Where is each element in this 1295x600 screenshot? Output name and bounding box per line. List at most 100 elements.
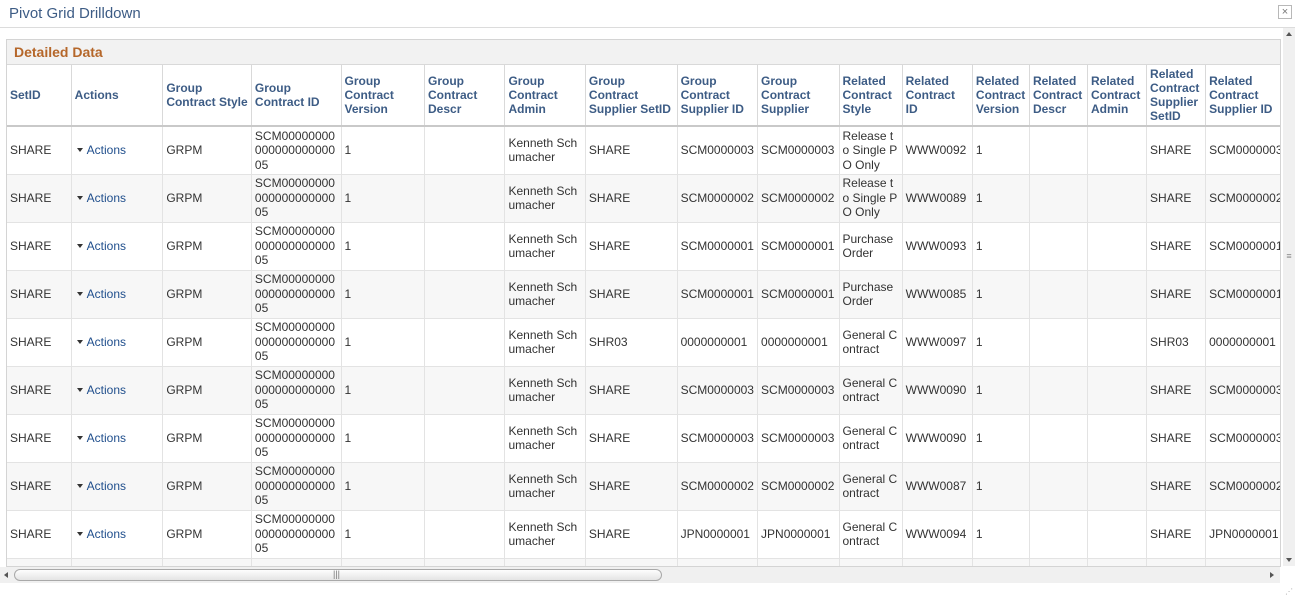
dropdown-arrow-icon bbox=[76, 195, 83, 200]
table-cell: SCM0000003 bbox=[1205, 414, 1280, 463]
resize-grip-icon[interactable]: ⋰ bbox=[1283, 588, 1293, 598]
column-header[interactable]: Group Contract Version bbox=[341, 65, 426, 127]
table-cell bbox=[504, 558, 586, 566]
table-cell: Kenneth Schumacher bbox=[504, 222, 586, 271]
column-header[interactable]: SetID bbox=[7, 65, 72, 127]
scroll-down-icon[interactable] bbox=[1286, 558, 1292, 562]
table-row: SCM00000000 bbox=[7, 558, 1280, 566]
scroll-up-icon[interactable] bbox=[1286, 32, 1292, 36]
table-cell: WWW0087 bbox=[902, 462, 973, 511]
table-cell: SCM0000000000000000000005 bbox=[251, 366, 342, 415]
table-cell: GRPM bbox=[162, 174, 252, 223]
table-cell: WWW0085 bbox=[902, 270, 973, 319]
actions-label: Actions bbox=[86, 430, 127, 445]
column-header[interactable]: Related Contract Supplier ID bbox=[1205, 65, 1280, 127]
table-cell: SCM0000000000000000000005 bbox=[251, 318, 342, 367]
table-cell: 1 bbox=[341, 510, 426, 559]
table-cell bbox=[1029, 270, 1088, 319]
table-cell: WWW0089 bbox=[902, 174, 973, 223]
column-header[interactable]: Related Contract Supplier SetID bbox=[1146, 65, 1207, 127]
column-header[interactable]: Related Contract Style bbox=[839, 65, 903, 127]
vertical-scrollbar[interactable]: ≡ bbox=[1283, 28, 1295, 566]
table-cell bbox=[424, 270, 506, 319]
actions-menu-link[interactable]: Actions bbox=[75, 527, 126, 541]
table-cell bbox=[424, 510, 506, 559]
table-row: SHARE Actions GRPM SCM000000000000000000000… bbox=[7, 510, 1280, 559]
horizontal-scroll-thumb[interactable]: ||| bbox=[14, 569, 662, 581]
table-row: SHARE Actions GRPM SCM000000000000000000000… bbox=[7, 366, 1280, 415]
table-cell: SCM0000003 bbox=[1205, 126, 1280, 175]
actions-label: Actions bbox=[86, 382, 127, 397]
column-header[interactable]: Actions bbox=[71, 65, 164, 127]
table-cell bbox=[424, 462, 506, 511]
table-cell bbox=[424, 558, 506, 566]
table-cell bbox=[7, 558, 72, 566]
table-cell: SHARE bbox=[585, 222, 678, 271]
column-header[interactable]: Related Contract Admin bbox=[1087, 65, 1148, 127]
close-icon[interactable]: × bbox=[1278, 5, 1292, 19]
actions-label: Actions bbox=[86, 143, 127, 157]
table-cell: SCM0000002 bbox=[757, 174, 840, 223]
horizontal-scrollbar[interactable]: ||| bbox=[0, 567, 1280, 583]
actions-label: Actions bbox=[86, 334, 127, 349]
column-header[interactable]: Group Contract Admin bbox=[504, 65, 586, 127]
table-cell: 1 bbox=[341, 222, 426, 271]
dropdown-arrow-icon bbox=[76, 147, 83, 152]
table-cell bbox=[1087, 174, 1148, 223]
scroll-left-icon[interactable] bbox=[4, 572, 8, 578]
scroll-grip-icon: ≡ bbox=[1286, 251, 1292, 261]
table-cell: Actions bbox=[71, 126, 164, 175]
table-cell bbox=[839, 558, 903, 566]
table-cell: 1 bbox=[341, 270, 426, 319]
table-cell: SCM0000001 bbox=[757, 270, 840, 319]
table-cell: GRPM bbox=[162, 222, 252, 271]
column-header[interactable]: Group Contract Supplier ID bbox=[677, 65, 759, 127]
table-cell bbox=[1029, 222, 1088, 271]
column-header[interactable]: Related Contract Version bbox=[972, 65, 1030, 127]
table-cell: JPN0000001 bbox=[757, 510, 840, 559]
actions-menu-link[interactable]: Actions bbox=[75, 143, 126, 157]
dropdown-arrow-icon bbox=[76, 291, 83, 296]
table-cell bbox=[677, 558, 759, 566]
table-cell: SCM00000000 bbox=[251, 558, 342, 566]
actions-label: Actions bbox=[86, 478, 127, 493]
actions-menu-link[interactable]: Actions bbox=[75, 431, 126, 445]
actions-menu-link[interactable]: Actions bbox=[75, 335, 126, 349]
table-cell: SHARE bbox=[1146, 174, 1207, 223]
table-cell bbox=[585, 558, 678, 566]
table-cell: SCM0000003 bbox=[757, 126, 840, 175]
table-cell: 1 bbox=[972, 318, 1030, 367]
actions-menu-link[interactable]: Actions bbox=[75, 191, 126, 205]
table-cell bbox=[1087, 414, 1148, 463]
table-row: SHARE Actions GRPM SCM000000000000000000000… bbox=[7, 222, 1280, 271]
column-header[interactable]: Group Contract ID bbox=[251, 65, 342, 127]
actions-menu-link[interactable]: Actions bbox=[75, 239, 126, 253]
table-cell: SCM0000003 bbox=[677, 414, 759, 463]
table-cell: SCM0000001 bbox=[1205, 222, 1280, 271]
table-cell: WWW0092 bbox=[902, 126, 973, 175]
table-cell: Actions bbox=[71, 318, 164, 367]
table-cell: Purchase Order bbox=[839, 270, 903, 319]
column-header[interactable]: Group Contract Supplier SetID bbox=[585, 65, 678, 127]
table-cell: Actions bbox=[71, 510, 164, 559]
table-cell: Kenneth Schumacher bbox=[504, 318, 586, 367]
column-header[interactable]: Related Contract Descr bbox=[1029, 65, 1088, 127]
table-cell bbox=[1146, 558, 1207, 566]
actions-menu-link[interactable]: Actions bbox=[75, 479, 126, 493]
table-cell: GRPM bbox=[162, 510, 252, 559]
table-cell bbox=[1029, 318, 1088, 367]
table-cell bbox=[1029, 174, 1088, 223]
table-cell: SHR03 bbox=[585, 318, 678, 367]
actions-menu-link[interactable]: Actions bbox=[75, 383, 126, 397]
table-cell: Actions bbox=[71, 222, 164, 271]
scroll-right-icon[interactable] bbox=[1270, 572, 1274, 578]
table-cell: GRPM bbox=[162, 462, 252, 511]
column-header[interactable]: Group Contract Descr bbox=[424, 65, 506, 127]
table-cell: GRPM bbox=[162, 366, 252, 415]
column-header[interactable]: Related Contract ID bbox=[902, 65, 973, 127]
actions-menu-link[interactable]: Actions bbox=[75, 287, 126, 301]
table-cell bbox=[71, 558, 164, 566]
table-row: SHARE Actions GRPM SCM000000000000000000000… bbox=[7, 462, 1280, 511]
column-header[interactable]: Group Contract Style bbox=[162, 65, 252, 127]
column-header[interactable]: Group Contract Supplier bbox=[757, 65, 840, 127]
